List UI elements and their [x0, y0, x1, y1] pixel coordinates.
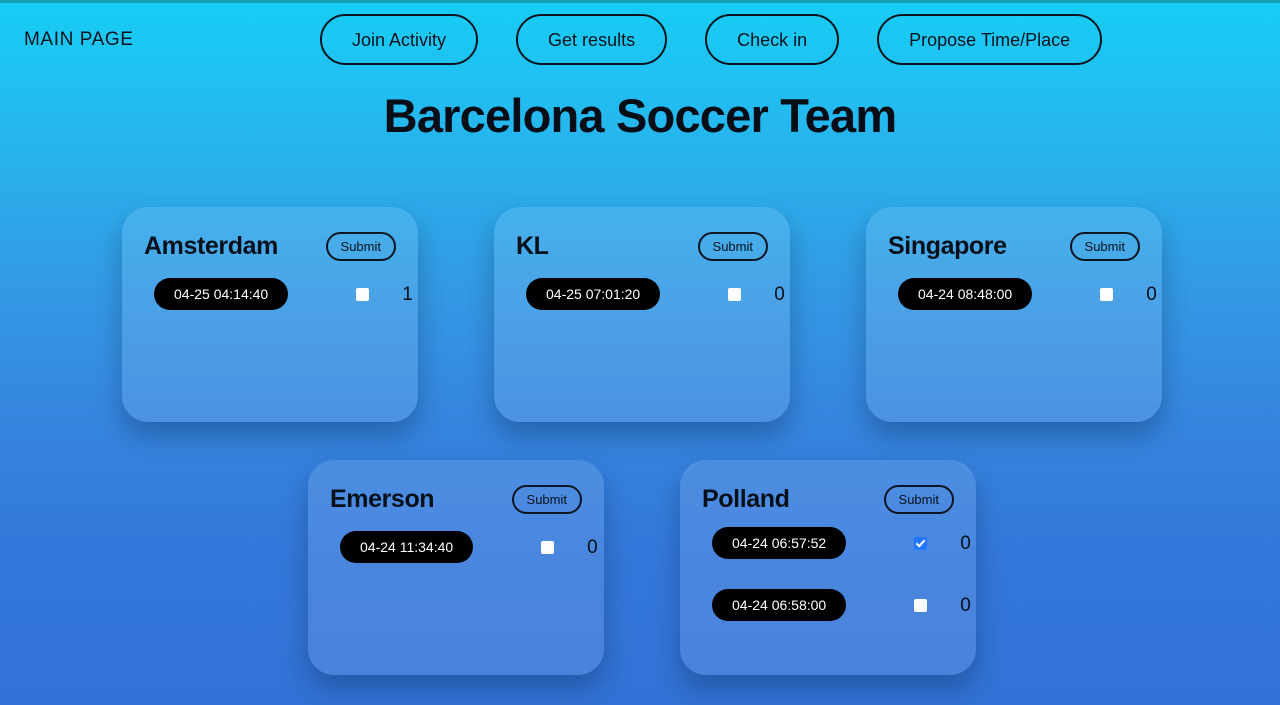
time-slot-pill[interactable]: 04-25 04:14:40 — [154, 278, 289, 310]
time-slot-checkbox[interactable] — [728, 287, 742, 301]
time-slot-row: 04-24 08:48:00 0 — [888, 275, 1157, 313]
time-slot-pill[interactable]: 04-24 08:48:00 — [898, 278, 1033, 310]
card-header: Singapore Submit — [888, 227, 1140, 265]
time-slot-row: 04-24 06:57:52 0 — [702, 524, 971, 562]
activity-card: Singapore Submit 04-24 08:48:00 0 — [866, 207, 1162, 422]
nav-join-activity[interactable]: Join Activity — [320, 14, 479, 65]
card-title: Polland — [702, 484, 790, 513]
nav-check-in[interactable]: Check in — [705, 14, 840, 65]
time-slot-row: 04-25 07:01:20 0 — [516, 275, 785, 313]
time-slot-vote-count: 1 — [402, 283, 413, 305]
time-slot-pill[interactable]: 04-24 06:57:52 — [712, 527, 847, 559]
activity-card: Amsterdam Submit 04-25 04:14:40 1 — [122, 207, 418, 422]
submit-button[interactable]: Submit — [325, 231, 396, 261]
submit-button[interactable]: Submit — [511, 484, 582, 514]
time-slot-pill[interactable]: 04-24 06:58:00 — [712, 589, 847, 621]
time-slot-checkbox[interactable] — [1100, 287, 1114, 301]
time-slot-row: 04-24 06:58:00 0 — [702, 586, 971, 624]
activity-card: Emerson Submit 04-24 11:34:40 0 — [308, 460, 604, 675]
card-title: KL — [516, 231, 549, 260]
card-title: Amsterdam — [144, 231, 278, 260]
main-page-link[interactable]: MAIN PAGE — [24, 29, 134, 51]
time-slot-row: 04-25 04:14:40 1 — [144, 275, 413, 313]
time-slot-vote-count: 0 — [960, 594, 971, 616]
card-title: Singapore — [888, 231, 1007, 260]
time-slot-row: 04-24 11:34:40 0 — [330, 528, 598, 566]
time-slot-list: 04-24 08:48:00 0 — [888, 275, 1157, 313]
card-title: Emerson — [330, 484, 435, 513]
nav-get-results[interactable]: Get results — [516, 14, 668, 65]
time-slot-pill[interactable]: 04-24 11:34:40 — [340, 531, 474, 563]
card-header: Amsterdam Submit — [144, 227, 396, 265]
time-slot-list: 04-24 11:34:40 0 — [330, 528, 598, 566]
submit-button[interactable]: Submit — [1069, 231, 1140, 261]
primary-nav: Join Activity Get results Check in Propo… — [320, 14, 1103, 65]
submit-button[interactable]: Submit — [697, 231, 768, 261]
submit-button[interactable]: Submit — [883, 484, 954, 514]
time-slot-checkbox[interactable] — [356, 287, 370, 301]
time-slot-vote-count: 0 — [587, 536, 598, 558]
card-header: Emerson Submit — [330, 480, 582, 518]
time-slot-vote-count: 0 — [774, 283, 785, 305]
top-header: MAIN PAGE Join Activity Get results Chec… — [0, 0, 1280, 78]
activity-card: KL Submit 04-25 07:01:20 0 — [494, 207, 790, 422]
time-slot-list: 04-24 06:57:52 0 04-24 06:58:00 0 — [702, 524, 971, 624]
nav-propose-time-place[interactable]: Propose Time/Place — [877, 14, 1103, 65]
time-slot-checkbox[interactable] — [914, 536, 928, 550]
page-title: Barcelona Soccer Team — [383, 89, 897, 142]
card-header: KL Submit — [516, 227, 768, 265]
time-slot-vote-count: 0 — [1146, 283, 1157, 305]
time-slot-checkbox[interactable] — [914, 598, 928, 612]
window-top-edge — [0, 0, 1280, 3]
time-slot-checkbox[interactable] — [541, 540, 555, 554]
time-slot-list: 04-25 07:01:20 0 — [516, 275, 785, 313]
card-header: Polland Submit — [702, 480, 954, 518]
time-slot-list: 04-25 04:14:40 1 — [144, 275, 413, 313]
time-slot-pill[interactable]: 04-25 07:01:20 — [526, 278, 661, 310]
time-slot-vote-count: 0 — [960, 532, 971, 554]
activity-card: Polland Submit 04-24 06:57:52 0 04-24 06… — [680, 460, 976, 675]
